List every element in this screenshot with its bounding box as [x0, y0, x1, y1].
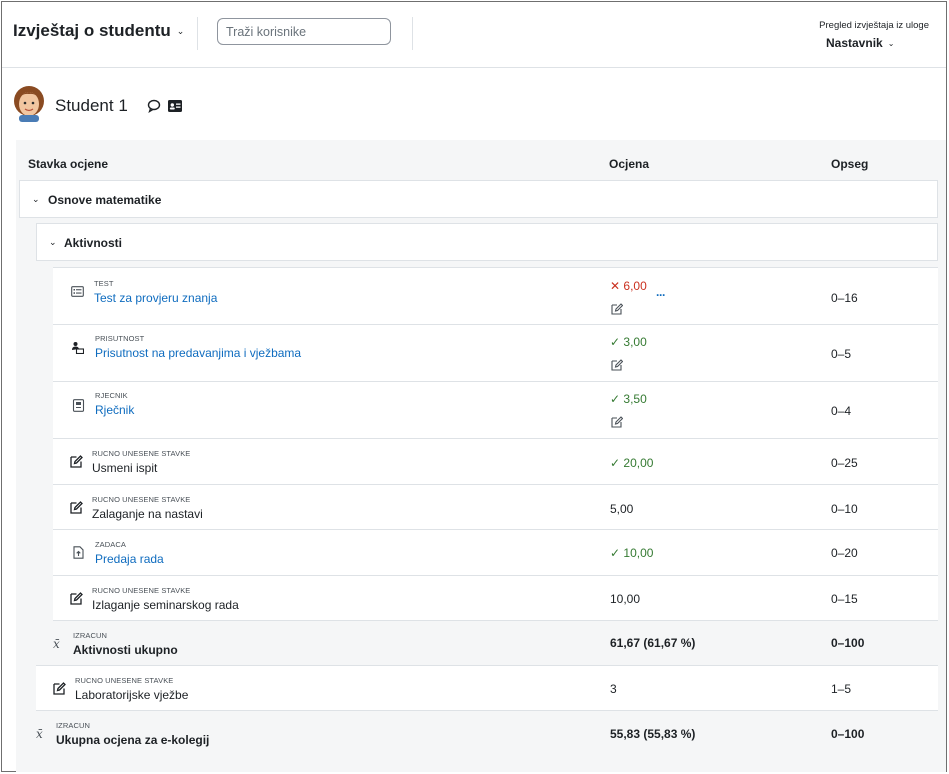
grade-item-name: Zalaganje na nastavi	[92, 507, 203, 521]
edit-icon[interactable]	[611, 416, 623, 428]
grade-row: RUCNO UNESENE STAVKE Usmeni ispit ✓ 20,0…	[53, 439, 938, 485]
page-frame: Izvještaj o studentu ⌄ Pregled izvještaja…	[1, 1, 947, 772]
divider	[197, 17, 198, 50]
search-users-input[interactable]	[217, 18, 391, 45]
user-profile-icon[interactable]	[168, 100, 182, 112]
more-actions-icon[interactable]: ···	[656, 288, 666, 302]
glossary-icon	[72, 399, 85, 412]
grade-value: 5,00	[610, 502, 634, 516]
role-label: Pregled izvještaja iz uloge	[819, 20, 929, 31]
grade-range: 0–20	[831, 546, 858, 560]
divider	[412, 17, 413, 50]
manual-item-icon	[70, 592, 83, 605]
pass-check-icon: ✓	[610, 392, 624, 406]
grade-item-link[interactable]: Rječnik	[95, 403, 134, 417]
grade-range: 0–4	[831, 404, 852, 418]
grade-value: ✓ 10,00	[610, 546, 654, 560]
grade-value: 10,00	[610, 592, 641, 606]
attendance-icon	[72, 342, 84, 354]
quiz-icon	[71, 286, 84, 297]
column-header-range: Opseg	[831, 157, 869, 171]
role-value: Nastavnik	[826, 36, 883, 50]
grade-row: PRISUTNOST Prisutnost na predavanjima i …	[53, 325, 938, 382]
grade-range: 0–10	[831, 502, 858, 516]
avatar	[14, 86, 44, 122]
item-type: TEST	[94, 279, 114, 288]
manual-item-icon	[53, 682, 66, 695]
grade-value: 3	[610, 682, 617, 696]
report-toolbar: Izvještaj o studentu ⌄ Pregled izvještaja…	[2, 2, 946, 68]
course-total-name: Ukupna ocjena za e-kolegij	[56, 733, 210, 747]
manual-item-icon	[70, 501, 83, 514]
grade-row: ZADACA Predaja rada ✓ 10,00 0–20	[53, 530, 938, 576]
chevron-down-icon: ⌄	[887, 39, 895, 48]
user-name: Student 1	[55, 96, 128, 115]
grade-value: ✕ 6,00	[610, 279, 647, 293]
category-activities[interactable]: ⌄ Aktivnosti	[36, 223, 938, 261]
item-type: RUCNO UNESENE STAVKE	[92, 586, 191, 595]
course-total-grade: 55,83 (55,83 %)	[610, 727, 696, 741]
edit-icon[interactable]	[611, 359, 623, 371]
category-total-name: Aktivnosti ukupno	[73, 643, 178, 657]
grade-item-link[interactable]: Predaja rada	[95, 552, 164, 566]
calculation-icon: x̄	[36, 727, 43, 741]
pass-check-icon: ✓	[610, 546, 624, 560]
column-header-grade: Ocjena	[609, 157, 650, 171]
column-header-item: Stavka ocjene	[28, 157, 109, 171]
grade-value: ✓ 3,50	[610, 392, 647, 406]
pass-check-icon: ✓	[610, 456, 624, 470]
item-type: RUCNO UNESENE STAVKE	[92, 495, 191, 504]
grade-range: 0–16	[831, 291, 858, 305]
report-title: Izvještaj o studentu	[13, 21, 171, 40]
fail-icon: ✕	[610, 279, 624, 293]
assignment-icon	[73, 546, 84, 559]
grade-item-name: Laboratorijske vježbe	[75, 688, 189, 702]
role-selector[interactable]: Nastavnik ⌄	[826, 36, 894, 50]
grade-range: 0–25	[831, 456, 858, 470]
course-total-range: 0–100	[831, 727, 865, 741]
chevron-down-icon[interactable]: ⌄	[32, 194, 40, 205]
grade-item-link[interactable]: Test za provjeru znanja	[94, 291, 217, 305]
grade-item-name: Usmeni ispit	[92, 461, 158, 475]
item-type: PRISUTNOST	[95, 334, 145, 343]
category-total-row: x̄ IZRACUN Aktivnosti ukupno 61,67 (61,6…	[36, 621, 938, 666]
chevron-down-icon[interactable]: ⌄	[49, 237, 57, 248]
item-type: RJECNIK	[95, 391, 128, 400]
grade-item-link[interactable]: Prisutnost na predavanjima i vježbama	[95, 346, 301, 360]
category-total-grade: 61,67 (61,67 %)	[610, 636, 696, 650]
course-total-row: x̄ IZRACUN Ukupna ocjena za e-kolegij 55…	[19, 711, 938, 757]
grade-row: TEST Test za provjeru znanja ✕ 6,00 ··· …	[53, 267, 938, 325]
manual-item-icon	[70, 455, 83, 468]
report-selector[interactable]: Izvještaj o studentu ⌄	[13, 21, 184, 41]
grade-row: RJECNIK Rječnik ✓ 3,50 0–4	[53, 382, 938, 439]
item-type: RUCNO UNESENE STAVKE	[92, 449, 191, 458]
item-type: IZRACUN	[56, 721, 91, 730]
grade-row: RUCNO UNESENE STAVKE Laboratorijske vjež…	[36, 666, 938, 711]
grade-range: 0–15	[831, 592, 858, 606]
grade-item-name: Izlaganje seminarskog rada	[92, 598, 239, 612]
grade-row: RUCNO UNESENE STAVKE Zalaganje na nastav…	[53, 485, 938, 530]
chevron-down-icon: ⌄	[176, 26, 185, 36]
grade-row: RUCNO UNESENE STAVKE Izlaganje seminarsk…	[53, 576, 938, 621]
category-course-label: Osnove matematike	[48, 193, 162, 207]
calculation-icon: x̄	[53, 637, 60, 651]
pass-check-icon: ✓	[610, 335, 624, 349]
message-icon[interactable]	[147, 99, 161, 113]
grade-range: 1–5	[831, 682, 852, 696]
category-activities-label: Aktivnosti	[64, 236, 123, 250]
category-total-range: 0–100	[831, 636, 865, 650]
item-type: RUCNO UNESENE STAVKE	[75, 676, 174, 685]
item-type: ZADACA	[95, 540, 127, 549]
grade-range: 0–5	[831, 347, 852, 361]
grade-value: ✓ 20,00	[610, 456, 654, 470]
category-course[interactable]: ⌄ Osnove matematike	[19, 180, 938, 218]
grade-value: ✓ 3,00	[610, 335, 647, 349]
item-type: IZRACUN	[73, 631, 108, 640]
edit-icon[interactable]	[611, 303, 623, 315]
